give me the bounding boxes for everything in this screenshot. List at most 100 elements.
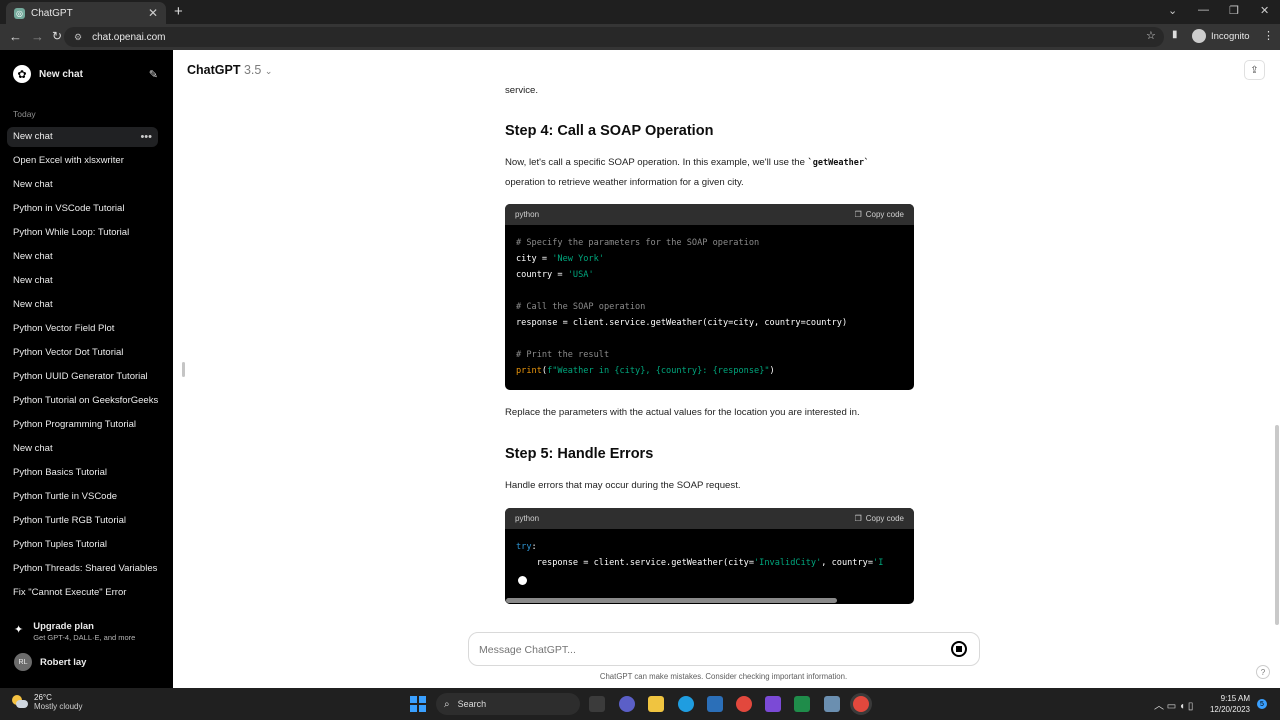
code-horizontal-scrollbar[interactable] (506, 598, 837, 603)
tab-search-icon[interactable]: ⌄ (1168, 4, 1177, 17)
sidebar-chat-item[interactable]: Python Basics Tutorial (7, 463, 158, 483)
temperature: 26°C (34, 693, 52, 702)
clipboard-icon: ❐ (854, 514, 862, 523)
weather-widget[interactable]: 26°C Mostly cloudy (12, 693, 82, 711)
avatar: RL (14, 653, 32, 671)
code-block-header: python ❐ Copy code (505, 204, 914, 225)
sidebar-chat-item[interactable]: Open Excel with xlsxwriter (7, 151, 158, 171)
user-menu[interactable]: RL Robert lay (14, 653, 86, 671)
sidebar-chat-item[interactable]: Python Threads: Shared Variables (7, 559, 158, 579)
clipboard-icon: ❐ (854, 210, 862, 219)
message-composer (468, 632, 980, 666)
bookmark-star-icon[interactable]: ☆ (1146, 29, 1156, 42)
sidebar-chat-item[interactable]: Python Tutorial on GeeksforGeeks (7, 391, 158, 411)
chat-item-label: New chat (13, 275, 53, 286)
task-view-icon[interactable] (589, 696, 605, 712)
browser-tab[interactable]: ◎ ChatGPT ✕ (6, 2, 166, 24)
help-button[interactable]: ? (1256, 665, 1270, 679)
message-input[interactable] (479, 641, 929, 659)
upgrade-subtitle: Get GPT-4, DALL·E, and more (33, 633, 136, 642)
step4-text-a: Now, let's call a specific SOAP operatio… (505, 157, 808, 168)
chat-item-label: Python Threads: Shared Variables (13, 563, 158, 574)
url-text: chat.openai.com (92, 31, 166, 43)
chat-item-label: Python Tuples Tutorial (13, 539, 107, 550)
sidebar-chat-item[interactable]: Python Turtle in VSCode (7, 487, 158, 507)
sidebar-collapse-handle[interactable] (182, 362, 185, 377)
sidebar-chat-item[interactable]: Python UUID Generator Tutorial (7, 367, 158, 387)
sidebar-chat-item[interactable]: New chat (7, 295, 158, 315)
edge-icon[interactable] (678, 696, 694, 712)
sidebar-chat-item[interactable]: Python Vector Dot Tutorial (7, 343, 158, 363)
previous-text-tail: service. (505, 85, 539, 96)
user-name: Robert lay (40, 656, 87, 668)
app-icon[interactable] (765, 696, 781, 712)
browser-menu-icon[interactable]: ⋮ (1263, 29, 1274, 42)
weather-icon (12, 695, 28, 709)
reload-icon[interactable]: ↻ (52, 29, 62, 43)
compose-icon[interactable]: ✎ (149, 68, 158, 81)
sidebar-chat-item[interactable]: New chat ••• (7, 127, 158, 147)
sidebar-chat-item[interactable]: Python in VSCode Tutorial (7, 199, 158, 219)
back-icon[interactable]: ← (9, 29, 22, 44)
chat-item-label: New chat (13, 131, 53, 142)
upgrade-plan-button[interactable]: ✦ Upgrade plan Get GPT-4, DALL·E, and mo… (14, 621, 135, 642)
new-tab-button[interactable]: + (174, 3, 183, 20)
window-close-icon[interactable]: ✕ (1260, 4, 1269, 17)
sidebar-chat-item[interactable]: Python Tuples Tutorial (7, 535, 158, 555)
code-content: # Specify the parameters for the SOAP op… (516, 238, 848, 376)
new-chat-label: New chat (39, 68, 83, 80)
sidebar-chat-item[interactable]: Python Vector Field Plot (7, 319, 158, 339)
url-field[interactable]: ⚙ chat.openai.com (64, 27, 1164, 47)
copy-code-button[interactable]: ❐ Copy code (855, 210, 904, 219)
copy-code-button[interactable]: ❐ Copy code (855, 514, 904, 523)
site-info-icon[interactable]: ⚙ (74, 32, 82, 43)
sidebar-chat-item[interactable]: Python While Loop: Tutorial (7, 223, 158, 243)
chat-item-label: Python While Loop: Tutorial (13, 227, 130, 238)
chrome-icon[interactable] (736, 696, 752, 712)
date: 12/20/2023 (1209, 705, 1250, 714)
sidebar-chat-item[interactable]: Fix "Cannot Execute" Error (7, 583, 158, 603)
sidebar-chat-item[interactable]: New chat (7, 271, 158, 291)
clock[interactable]: 9:15 AM 12/20/2023 (1208, 693, 1250, 715)
chat-item-label: New chat (13, 299, 53, 310)
sidebar: ✿ New chat ✎ Today New chat ••• Open Excel… (0, 50, 173, 688)
store-icon[interactable] (707, 696, 723, 712)
more-options-icon[interactable]: ••• (140, 127, 152, 147)
section-label-today: Today (13, 109, 36, 119)
step4-heading: Step 4: Call a SOAP Operation (505, 123, 714, 139)
sidebar-chat-item[interactable]: New chat (7, 439, 158, 459)
step4-text-b: operation to retrieve weather informatio… (505, 177, 744, 188)
notification-badge[interactable]: 5 (1257, 699, 1267, 709)
tab-close-icon[interactable]: ✕ (148, 6, 158, 20)
code-language: python (515, 210, 540, 219)
upgrade-title: Upgrade plan (33, 621, 94, 632)
model-selector[interactable]: ChatGPT 3.5 ⌄ (187, 63, 272, 77)
inline-code: `getWeather` (807, 158, 870, 168)
file-explorer-icon[interactable] (648, 696, 664, 712)
sidebar-chat-item[interactable]: New chat (7, 175, 158, 195)
remote-desktop-icon[interactable] (824, 696, 840, 712)
chatgpt-favicon-icon: ◎ (14, 7, 25, 19)
restore-icon[interactable]: ❐ (1229, 4, 1239, 17)
excel-icon[interactable] (794, 696, 810, 712)
share-button[interactable]: ⇪ (1244, 60, 1265, 80)
incognito-indicator[interactable]: Incognito (1192, 29, 1250, 43)
page-scrollbar[interactable] (1275, 425, 1279, 625)
sidebar-chat-item[interactable]: Python Programming Tutorial (7, 415, 158, 435)
openai-logo-icon: ✿ (13, 65, 31, 83)
stop-icon (956, 646, 962, 652)
sidebar-chat-item[interactable]: New chat (7, 247, 158, 267)
forward-icon[interactable]: → (31, 29, 44, 44)
side-panel-icon[interactable]: ▮ (1172, 29, 1178, 40)
code-block-2: python ❐ Copy code try: response = client… (505, 508, 914, 604)
stop-generating-button[interactable] (951, 641, 967, 657)
chat-app-icon[interactable] (619, 696, 635, 712)
taskbar-search[interactable]: ⌕ Search (436, 693, 580, 715)
new-chat-button[interactable]: ✿ New chat ✎ (8, 64, 158, 84)
minimize-icon[interactable]: — (1198, 4, 1209, 16)
start-button[interactable] (410, 696, 426, 712)
chrome-active-icon[interactable] (853, 696, 869, 712)
system-tray-icons[interactable]: ︿ ▭ ◖ ▯ (1154, 697, 1193, 712)
sidebar-chat-item[interactable]: Python Turtle RGB Tutorial (7, 511, 158, 531)
chat-item-label: Python UUID Generator Tutorial (13, 371, 148, 382)
